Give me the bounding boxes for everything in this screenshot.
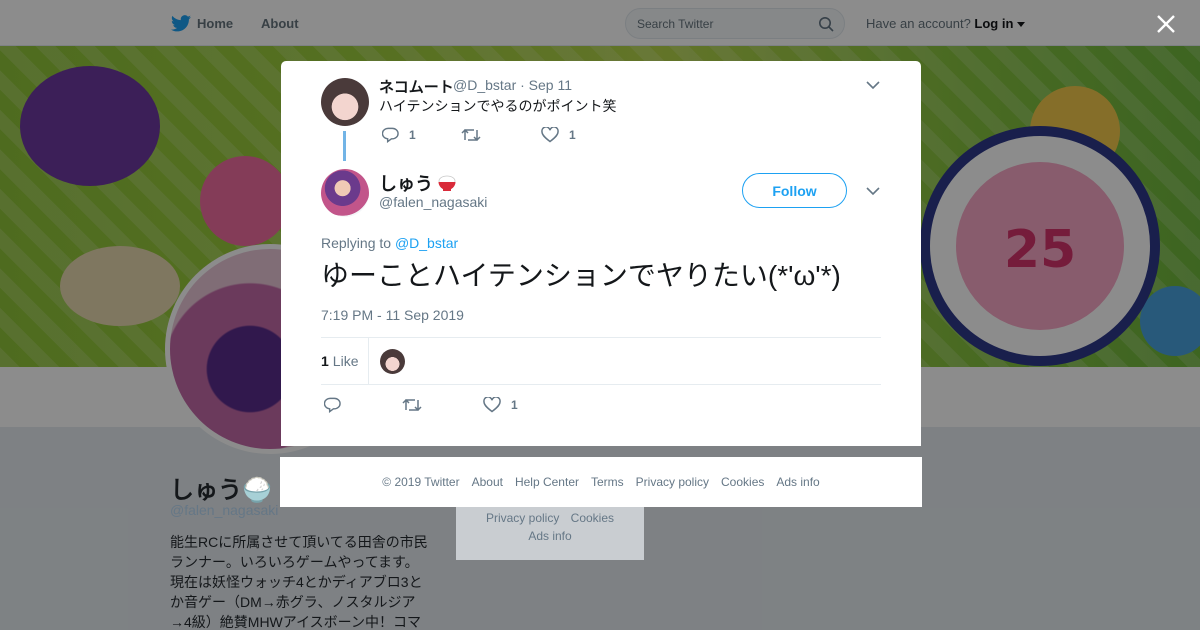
retweet-button[interactable] [402, 397, 422, 413]
footer-link-privacy[interactable]: Privacy policy [636, 475, 709, 489]
like-count: 1 [569, 128, 576, 142]
reply-button[interactable] [324, 397, 341, 413]
footer-link-cookies[interactable]: Cookies [721, 475, 764, 489]
thread-connector-line [343, 131, 346, 161]
chevron-down-icon[interactable] [866, 186, 880, 196]
heart-icon [541, 127, 559, 143]
reply-count: 1 [409, 128, 416, 142]
stats-divider [368, 338, 369, 384]
profile-handle: @falen_nagasaki [170, 502, 279, 518]
profile-bio: 能生RCに所属させて頂いてる田舎の市民ランナー。いろいろゲームやってます。現在は… [170, 534, 428, 630]
like-button[interactable]: 1 [483, 397, 518, 413]
reply-icon [382, 127, 399, 143]
tweet-author-handle[interactable]: @falen_nagasaki [379, 194, 487, 210]
retweet-icon [461, 128, 481, 142]
reply-button[interactable]: 1 [382, 127, 416, 143]
footer-copyright: © 2019 Twitter [382, 475, 460, 489]
likes-label: Like [332, 353, 359, 369]
parent-tweet-author-name[interactable]: ネコムート [379, 76, 454, 97]
tweet-author-name-text: しゅう [379, 174, 433, 194]
like-count: 1 [511, 398, 518, 412]
sidebar-footer: Privacy policy Cookies Ads info [456, 500, 644, 560]
reply-icon [324, 397, 341, 413]
footer-link-ads[interactable]: Ads info [776, 475, 819, 489]
liker-avatar[interactable] [380, 349, 405, 374]
replying-to-link[interactable]: @D_bstar [395, 235, 458, 251]
follow-button[interactable]: Follow [742, 173, 847, 208]
likes-stat[interactable]: 1 Like [321, 353, 358, 369]
retweet-button[interactable] [461, 127, 481, 143]
avatar[interactable] [321, 78, 369, 126]
like-button[interactable]: 1 [541, 127, 576, 143]
tweet-author-name[interactable]: しゅう [379, 170, 457, 196]
footer-link[interactable]: Ads info [528, 529, 571, 543]
chevron-down-icon[interactable] [866, 80, 880, 90]
tweet-timestamp[interactable]: 7:19 PM - 11 Sep 2019 [321, 307, 464, 323]
tweet-stats: 1 Like [321, 337, 881, 385]
parent-tweet-meta: @D_bstar · Sep 11 [453, 77, 572, 93]
footer-link-terms[interactable]: Terms [591, 475, 624, 489]
close-icon[interactable] [1154, 12, 1178, 36]
rice-bowl-icon [438, 175, 456, 191]
tweet-text: ゆーことハイテンションでヤりたい(*'ω'*) [321, 260, 841, 291]
parent-tweet-text: ハイテンションでやるのがポイント笑 [379, 98, 617, 114]
footer-link-about[interactable]: About [472, 475, 503, 489]
footer-link[interactable]: Cookies [571, 511, 614, 525]
parent-tweet-handle[interactable]: @D_bstar [453, 77, 516, 93]
tweet-modal: ネコムート @D_bstar · Sep 11 ハイテンションでやるのがポイント… [281, 61, 921, 446]
footer-link[interactable]: Privacy policy [486, 511, 559, 525]
heart-icon [483, 397, 501, 413]
likes-number: 1 [321, 353, 329, 369]
parent-tweet-date[interactable]: · Sep 11 [520, 77, 572, 93]
replying-to: Replying to @D_bstar [321, 235, 458, 251]
footer-link-help[interactable]: Help Center [515, 475, 579, 489]
avatar[interactable] [321, 169, 369, 217]
replying-to-prefix: Replying to [321, 235, 392, 251]
modal-footer: © 2019 Twitter About Help Center Terms P… [280, 457, 922, 507]
retweet-icon [402, 398, 422, 412]
profile-name: しゅう🍚 [170, 477, 272, 504]
